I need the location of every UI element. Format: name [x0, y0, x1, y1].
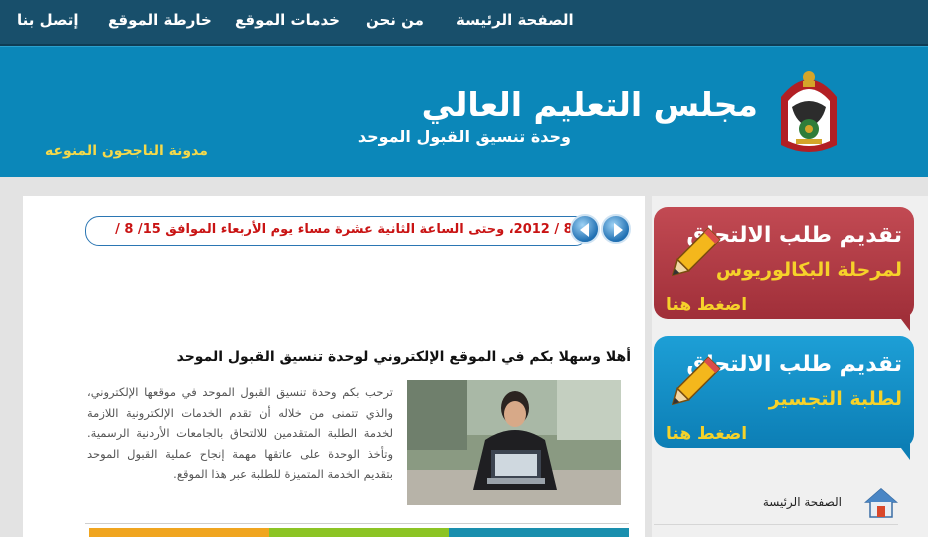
arrow-right-icon — [614, 223, 623, 237]
promo-bachelor-cta[interactable]: اضغط هنا — [666, 295, 747, 315]
coat-of-arms-logo — [781, 71, 837, 152]
promo-bridging[interactable]: تقديم طلب الالتحاق لطلبة التجسير اضغط هن… — [654, 336, 914, 460]
site-header: مجلس التعليم العالي وحدة تنسيق القبول ال… — [0, 46, 928, 177]
promo-tail — [898, 444, 910, 460]
side-menu-next[interactable] — [654, 526, 898, 537]
content-divider — [85, 523, 629, 524]
tab-green[interactable] — [269, 528, 449, 537]
promo-bridging-subtitle: لطلبة التجسير — [768, 388, 902, 410]
nav-services[interactable]: خدمات الموقع — [235, 11, 340, 29]
blog-link[interactable]: مدونة الناجحون المنوعه — [45, 143, 208, 159]
site-title: مجلس التعليم العالي — [421, 85, 758, 124]
ticker-prev-button[interactable] — [570, 214, 600, 244]
pencil-icon — [671, 227, 721, 277]
pencil-icon — [671, 356, 721, 406]
tab-orange[interactable] — [89, 528, 269, 537]
ticker-next-button[interactable] — [601, 214, 631, 244]
site-subtitle: وحدة تنسيق القبول الموحد — [357, 127, 571, 146]
student-laptop-photo — [407, 380, 621, 505]
nav-contact[interactable]: إتصل بنا — [17, 11, 79, 29]
promo-tail — [898, 315, 910, 331]
promo-bridging-cta[interactable]: اضغط هنا — [666, 424, 747, 444]
nav-sitemap[interactable]: خارطة الموقع — [108, 11, 212, 29]
nav-about[interactable]: من نحن — [366, 11, 424, 29]
tab-teal[interactable] — [449, 528, 629, 537]
main-content: / 8 / 2012، وحتى الساعة الثانية عشرة مسا… — [23, 196, 645, 537]
promo-bachelor-subtitle: لمرحلة البكالوريوس — [715, 259, 902, 281]
side-menu-home-label: الصفحة الرئيسة — [762, 495, 842, 509]
news-ticker[interactable]: / 8 / 2012، وحتى الساعة الثانية عشرة مسا… — [85, 216, 589, 246]
top-navigation: الصفحة الرئيسة من نحن خدمات الموقع خارطة… — [0, 0, 928, 46]
nav-home[interactable]: الصفحة الرئيسة — [456, 11, 574, 29]
arrow-left-icon — [580, 223, 589, 237]
promo-bachelor[interactable]: تقديم طلب الالتحاق لمرحلة البكالوريوس اض… — [654, 207, 914, 331]
house-icon — [864, 488, 898, 518]
welcome-body: ترحب بكم وحدة تنسيق القبول الموحد في موق… — [87, 385, 393, 481]
welcome-title: أهلا وسهلا بكم في الموقع الإلكتروني لوحد… — [176, 349, 631, 365]
side-menu-home[interactable]: الصفحة الرئيسة — [654, 484, 898, 525]
ticker-text: / 8 / 2012، وحتى الساعة الثانية عشرة مسا… — [115, 222, 582, 237]
bottom-tab-strip — [89, 528, 629, 537]
